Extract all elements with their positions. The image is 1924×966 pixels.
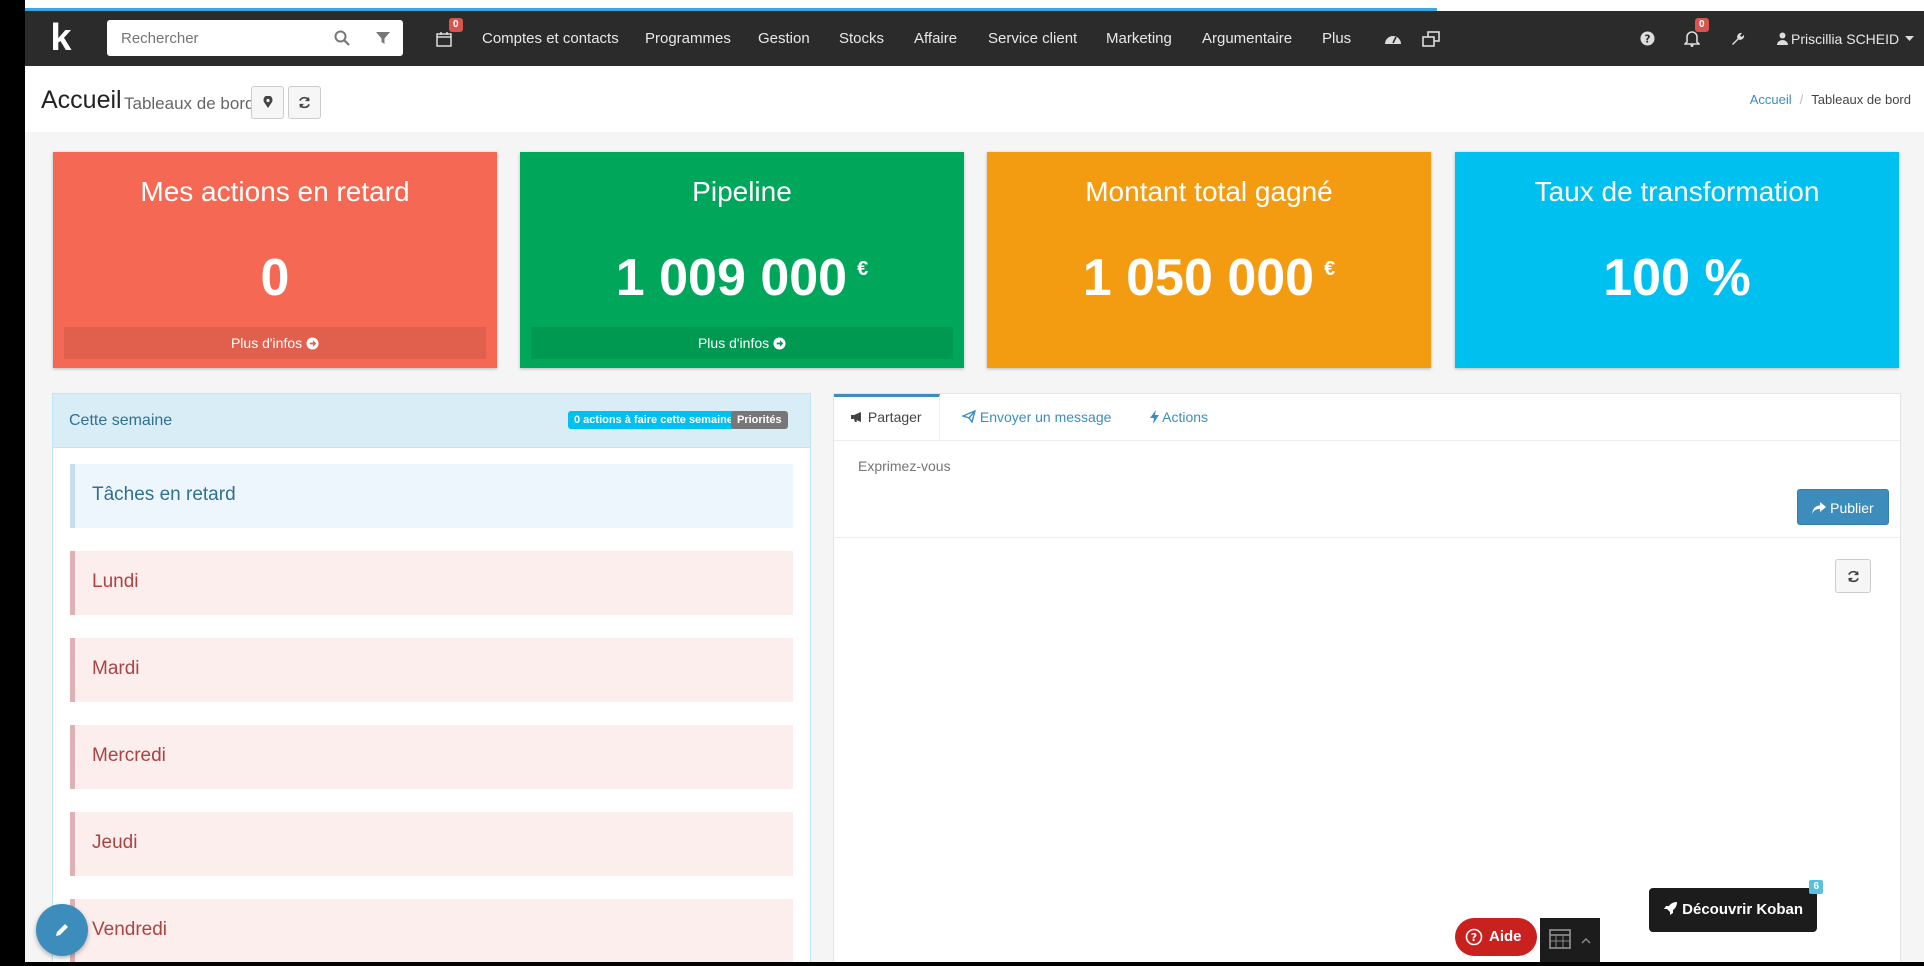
day-monday[interactable]: Lundi	[70, 551, 793, 615]
bolt-icon	[1150, 410, 1159, 424]
windows-icon	[1422, 30, 1440, 47]
day-friday[interactable]: Vendredi	[70, 899, 793, 962]
kpi-more-info-link[interactable]: Plus d'infos	[64, 327, 486, 359]
kpi-title: Montant total gagné	[1085, 176, 1333, 207]
search-box	[107, 20, 403, 56]
bullhorn-icon	[851, 412, 861, 422]
day-wednesday[interactable]: Mercredi	[70, 725, 793, 789]
content-header: Accueil Tableaux de bord Accueil / Tableau…	[25, 66, 1924, 132]
this-week-header: Cette semaine 0 actions à faire cette se…	[53, 394, 810, 448]
arrow-circle-right-icon	[306, 337, 319, 350]
refresh-icon	[299, 96, 310, 109]
actions-count-badge: 0 actions à faire cette semaine	[568, 411, 739, 429]
social-panel: Partager Envoyer un message Actions Publ…	[833, 393, 1901, 962]
map-marker-icon	[263, 96, 272, 108]
search-input[interactable]	[107, 20, 331, 56]
menu-service-client[interactable]: Service client	[988, 11, 1077, 66]
kpi-title: Taux de transformation	[1534, 176, 1820, 207]
day-thursday[interactable]: Jeudi	[70, 812, 793, 876]
calendar-badge: 0	[449, 18, 463, 32]
refresh-dashboard-button[interactable]	[288, 86, 321, 119]
caret-down-icon	[1905, 35, 1915, 41]
day-tuesday[interactable]: Mardi	[70, 638, 793, 702]
help-floating-button[interactable]: ? Aide	[1455, 918, 1537, 956]
menu-stocks[interactable]: Stocks	[839, 11, 884, 66]
question-circle-icon: ?	[1465, 928, 1483, 946]
notifications-badge: 0	[1695, 18, 1709, 32]
kpi-conversion-rate: Taux de transformation 100 %	[1455, 152, 1899, 368]
arrow-circle-right-icon	[773, 337, 786, 350]
tab-share[interactable]: Partager	[834, 394, 940, 440]
kpi-late-actions: Mes actions en retard 0 Plus d'infos	[53, 152, 497, 368]
kpi-value: 100 %	[1603, 249, 1751, 307]
discover-count-badge: 6	[1809, 880, 1823, 894]
question-icon: ?	[1639, 31, 1655, 46]
menu-marketing[interactable]: Marketing	[1106, 11, 1172, 66]
paper-plane-icon	[961, 409, 977, 424]
kpi-title: Pipeline	[692, 176, 792, 207]
wrench-icon	[1732, 32, 1745, 45]
breadcrumb-home[interactable]: Accueil	[1750, 92, 1792, 107]
breadcrumb-current: Tableaux de bord	[1811, 92, 1911, 107]
late-tasks-section[interactable]: Tâches en retard	[70, 464, 793, 528]
calendar-floating-button[interactable]	[1540, 918, 1600, 962]
tab-actions[interactable]: Actions	[1150, 394, 1208, 440]
chevron-up-icon	[1581, 938, 1591, 944]
bell-icon	[1684, 31, 1700, 47]
discover-koban-button[interactable]: Découvrir Koban 6	[1649, 880, 1823, 932]
user-menu[interactable]: Priscillia SCHEID	[1777, 11, 1919, 66]
menu-comptes-contacts[interactable]: Comptes et contacts	[482, 11, 619, 66]
menu-gestion[interactable]: Gestion	[758, 11, 810, 66]
help-button[interactable]: ?	[1633, 11, 1661, 66]
menu-plus[interactable]: Plus	[1322, 11, 1351, 66]
dashboard-button[interactable]	[1379, 11, 1407, 66]
kpi-total-won: Montant total gagné 1 050 000 €	[987, 152, 1431, 368]
kpi-value: 1 050 000 €	[1082, 249, 1336, 307]
menu-programmes[interactable]: Programmes	[645, 11, 731, 66]
pin-button[interactable]	[251, 86, 284, 119]
top-navbar: k 0 Comptes et contacts Programmes Gesti…	[25, 11, 1924, 66]
kpi-title: Mes actions en retard	[140, 176, 410, 207]
kpi-value: 0	[260, 249, 290, 307]
priorities-badge[interactable]: Priorités	[731, 411, 788, 429]
svg-text:?: ?	[1644, 33, 1650, 45]
social-tabs: Partager Envoyer un message Actions	[834, 394, 1900, 441]
svg-text:?: ?	[1471, 931, 1477, 944]
calendar-button[interactable]: 0	[429, 11, 463, 66]
tab-send-message[interactable]: Envoyer un message	[961, 394, 1111, 440]
page-title: Accueil	[41, 86, 122, 114]
divider	[834, 537, 1900, 538]
app-window: k 0 Comptes et contacts Programmes Gesti…	[25, 0, 1924, 962]
user-name: Priscillia SCHEID	[1791, 30, 1900, 47]
rocket-icon	[1663, 902, 1677, 915]
refresh-feed-button[interactable]	[1835, 559, 1871, 593]
windows-button[interactable]	[1417, 11, 1445, 66]
settings-button[interactable]	[1725, 11, 1751, 66]
share-icon	[1812, 502, 1827, 514]
this-week-panel: Cette semaine 0 actions à faire cette se…	[52, 393, 811, 962]
search-icon[interactable]	[333, 29, 351, 52]
pencil-icon	[56, 924, 68, 936]
kpi-more-info-link[interactable]: Plus d'infos	[531, 327, 953, 359]
koban-logo[interactable]: k	[43, 19, 79, 57]
kpi-pipeline: Pipeline 1 009 000 € Plus d'infos	[520, 152, 964, 368]
this-week-title: Cette semaine	[69, 412, 173, 429]
menu-affaire[interactable]: Affaire	[914, 11, 957, 66]
dashboard-icon	[1385, 35, 1401, 44]
refresh-icon	[1847, 570, 1859, 582]
filter-icon[interactable]	[375, 30, 391, 51]
notifications-button[interactable]: 0	[1677, 11, 1709, 66]
share-text-input[interactable]	[858, 456, 1758, 476]
user-icon	[1777, 32, 1788, 45]
kpi-value: 1 009 000 €	[615, 249, 869, 307]
publish-button[interactable]: Publier	[1797, 489, 1889, 525]
breadcrumb: Accueil / Tableaux de bord	[1749, 92, 1911, 107]
compose-fab[interactable]	[36, 904, 88, 956]
page-subtitle: Tableaux de bord	[124, 94, 255, 113]
calendar-icon	[1549, 929, 1571, 949]
menu-argumentaire[interactable]: Argumentaire	[1202, 11, 1292, 66]
calendar-icon	[436, 31, 452, 47]
